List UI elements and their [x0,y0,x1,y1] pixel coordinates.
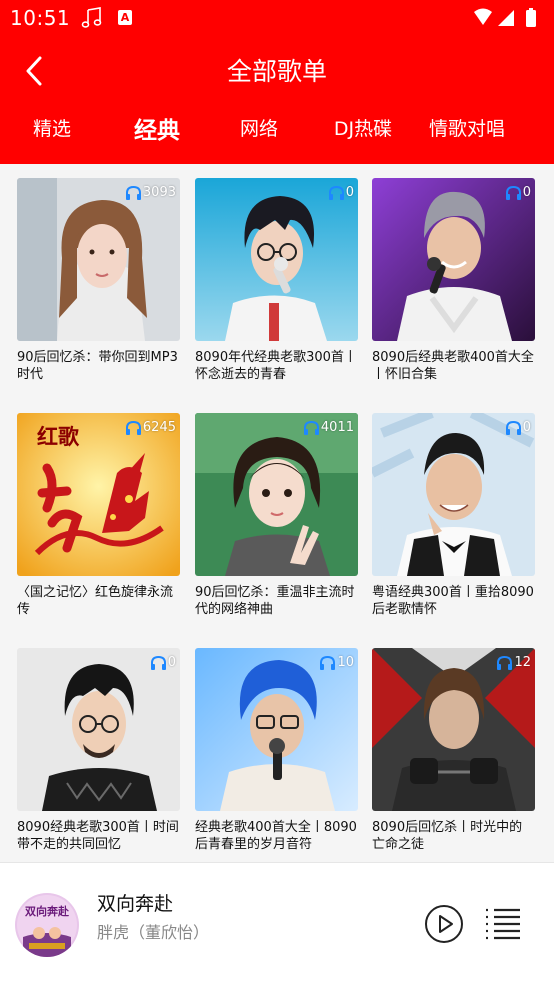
playlist-title[interactable]: 经典老歌400首大全丨8090后青春里的岁月音符 [195,819,358,853]
now-playing-title: 双向奔赴 [97,893,174,915]
play-count: 10 [319,654,354,672]
battery-icon [526,10,536,27]
playlist-title[interactable]: 粤语经典300首丨重拾8090后老歌情怀 [372,584,535,618]
headphones-icon [303,420,319,435]
play-count: 0 [328,184,354,202]
app-notification-icon: A [118,10,132,25]
playlist-cover[interactable]: 红歌 6245 [17,413,180,576]
headphones-icon [125,185,141,200]
play-count: 6245 [125,419,176,437]
playlist-cover[interactable]: 12 [372,648,535,811]
playlist-card[interactable]: 0 8090年代经典老歌300首丨怀念逝去的青春 [195,178,358,403]
play-count: 12 [496,654,531,672]
wifi-icon [474,8,492,25]
status-time: 10:51 [10,6,71,30]
headphones-icon [320,655,336,670]
playlist-title[interactable]: 〈国之记忆〉红色旋律永流传 [17,584,180,618]
album-art[interactable]: 双向奔赴 [15,893,79,957]
status-icons [474,8,536,27]
playlist-cover[interactable]: 3093 [17,178,180,341]
playlist-title[interactable]: 8090后经典老歌400首大全丨怀旧合集 [372,349,535,383]
play-count: 0 [505,184,531,202]
playlist-cover[interactable]: 0 [372,413,535,576]
category-tabs: 精选 经典 网络 DJ热碟 情歌对唱 [0,114,554,154]
playlist-card[interactable]: 4011 90后回忆杀：重温非主流时代的网络神曲 [195,413,358,638]
playlist-title[interactable]: 8090经典老歌300首丨时间带不走的共同回忆 [17,819,180,853]
playlist-title[interactable]: 90后回忆杀：重温非主流时代的网络神曲 [195,584,358,618]
playlist-card[interactable]: 10 经典老歌400首大全丨8090后青春里的岁月音符 [195,648,358,862]
play-icon[interactable] [424,904,464,944]
album-art-text: 双向奔赴 [25,905,69,918]
playlist-cover[interactable]: 4011 [195,413,358,576]
headphones-icon [505,420,521,435]
play-count: 0 [150,654,176,672]
playlist-cover[interactable]: 0 [372,178,535,341]
headphones-icon [125,420,141,435]
playlist-card[interactable]: 3093 90后回忆杀：带你回到MP3时代 [17,178,180,403]
playlist-card[interactable]: 0 8090经典老歌300首丨时间带不走的共同回忆 [17,648,180,862]
playlist-card[interactable]: 12 8090后回忆杀丨时光中的亡命之徒 [372,648,535,862]
playlist-title[interactable]: 90后回忆杀：带你回到MP3时代 [17,349,180,383]
music-notification-icon [81,7,102,28]
mini-player[interactable]: 双向奔赴 双向奔赴 胖虎（董欣怡） [0,862,554,985]
tab-internet[interactable]: 网络 [240,114,278,141]
playlist-cover[interactable]: 0 [195,178,358,341]
tab-dj[interactable]: DJ热碟 [334,114,392,141]
playlist-title[interactable]: 8090后回忆杀丨时光中的亡命之徒 [372,819,535,853]
now-playing-artist: 胖虎（董欣怡） [97,923,210,942]
playlist-card[interactable]: 红歌 6245 〈国之记忆〉红色旋律永流传 [17,413,180,638]
playlist-card[interactable]: 0 粤语经典300首丨重拾8090后老歌情怀 [372,413,535,638]
play-count: 4011 [303,419,354,437]
playlist-card[interactable]: 0 8090后经典老歌400首大全丨怀旧合集 [372,178,535,403]
playlist-queue-icon[interactable] [484,907,522,941]
play-count: 3093 [125,184,176,202]
headphones-icon [328,185,344,200]
headphones-icon [150,655,166,670]
play-count: 0 [505,419,531,437]
page-title: 全部歌单 [226,57,327,86]
playlist-cover[interactable]: 0 [17,648,180,811]
playlist-grid: 3093 90后回忆杀：带你回到MP3时代 0 8090年代经典老歌300首丨怀… [0,164,554,862]
app-header: 10:51 A 全部歌单 精选 经典 网络 DJ热碟 情歌对唱 [0,0,554,164]
playlist-title[interactable]: 8090年代经典老歌300首丨怀念逝去的青春 [195,349,358,383]
status-bar: 10:51 A [0,0,554,38]
playlist-cover[interactable]: 10 [195,648,358,811]
headphones-icon [505,185,521,200]
tab-featured[interactable]: 精选 [33,114,71,141]
signal-icon [498,10,514,26]
cover-title-text: 红歌 [37,424,79,449]
tab-classic[interactable]: 经典 [134,111,180,145]
tab-duets[interactable]: 情歌对唱 [429,114,505,141]
headphones-icon [497,655,513,670]
